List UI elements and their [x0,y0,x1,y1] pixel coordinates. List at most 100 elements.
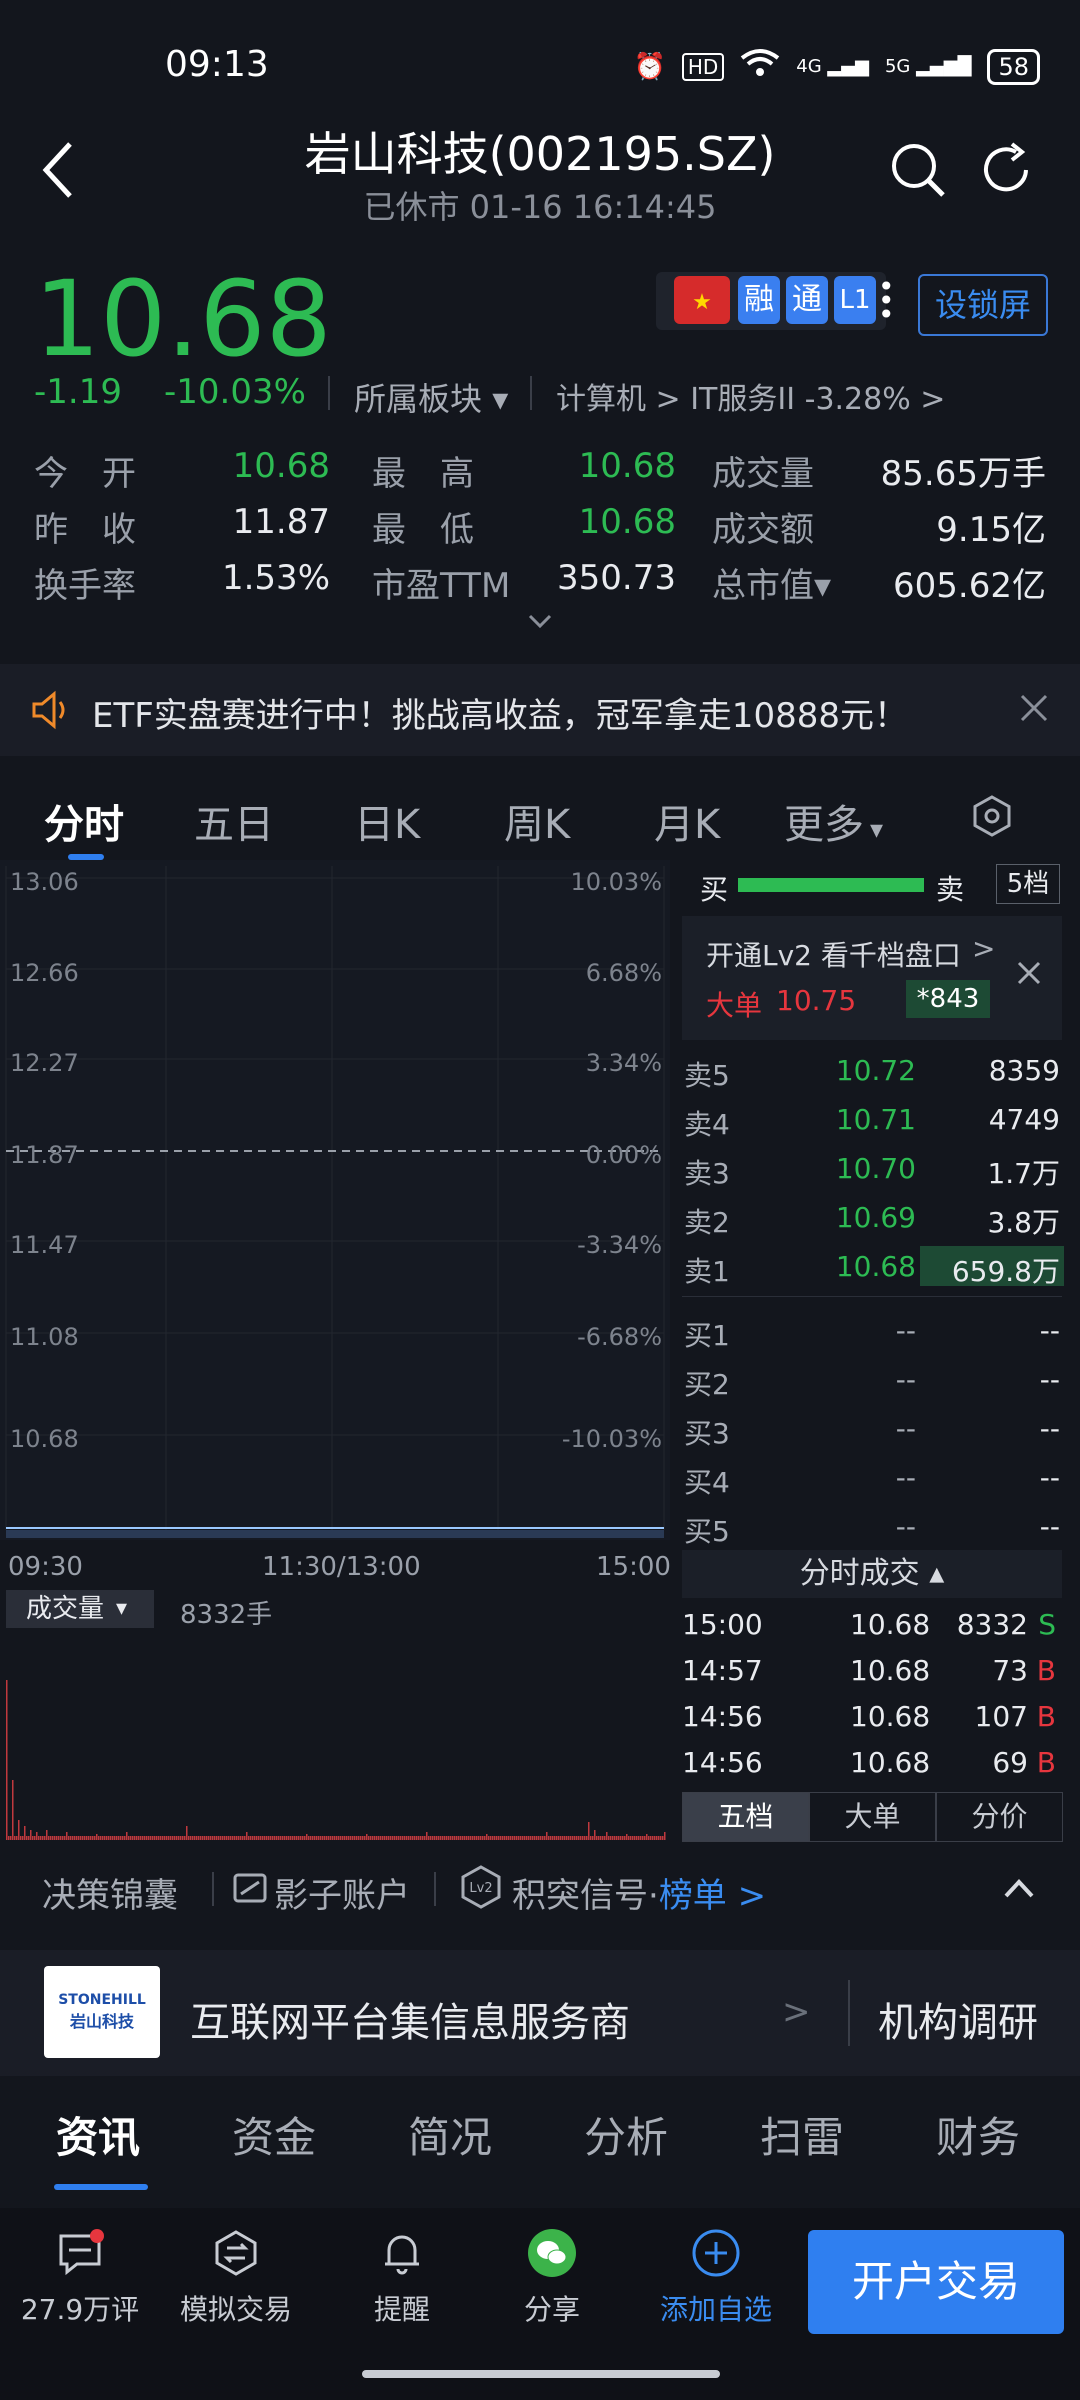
volume-bar [392,1836,394,1840]
volume-bar [502,1836,504,1840]
sector-path[interactable]: 计算机 > IT服务II -3.28% > [556,374,945,418]
orderbook-row[interactable]: 买5 -- -- [680,1502,1064,1550]
nav-remind[interactable]: 提醒 [322,2228,482,2328]
ticks-header[interactable]: 分时成交 ▴ [682,1550,1062,1598]
volume-bar [468,1836,470,1840]
volume-bar [288,1836,290,1840]
nav-add-watchlist[interactable]: 添加自选 [636,2228,796,2328]
info-tab-4[interactable]: 扫雷 [760,2104,844,2165]
orderbook-row[interactable]: 卖1 10.68 659.8万 [680,1242,1064,1290]
volume-bar [598,1836,600,1840]
divider [848,1980,850,2046]
orderbook-tab-2[interactable]: 分价 [936,1792,1063,1842]
orderbook-row[interactable]: 买3 -- -- [680,1404,1064,1452]
open-account-trade-button[interactable]: 开户交易 [808,2230,1064,2334]
volume-bar [300,1836,302,1840]
volume-bar [438,1836,440,1840]
volume-bar [658,1836,660,1840]
tool-signal[interactable]: 积突信号·榜单 > [512,1868,766,1917]
intraday-chart[interactable]: 13.06 10.03% 12.66 6.68% 12.27 3.34% 11.87 0.00… [0,860,670,1540]
volume-bar [456,1836,458,1840]
volume-bar [26,1836,28,1840]
tab-0[interactable]: 分时 [44,792,124,850]
volume-bar [10,1836,12,1840]
volume-bar [212,1836,214,1840]
volume-bar [176,1836,178,1840]
volume-bar [626,1834,628,1840]
tick-price: 10.68 [850,1654,931,1687]
volume-bar [132,1836,134,1840]
big-order-volume: *843 [906,980,990,1018]
volume-dropdown[interactable]: 成交量 [6,1590,154,1628]
orderbook-row[interactable]: 卖3 10.70 1.7万 [680,1144,1064,1192]
orderbook-row[interactable]: 买2 -- -- [680,1355,1064,1403]
banner-text: ETF实盘赛进行中！挑战高收益，冠军拿走10888元！ [92,696,908,736]
info-tab-0[interactable]: 资讯 [56,2104,140,2165]
volume-bar [184,1836,186,1840]
volume-bar [262,1836,264,1840]
orderbook-tab-0[interactable]: 五档 [682,1792,809,1842]
tab-1[interactable]: 五日 [194,792,274,850]
levels-button[interactable]: 5档 [996,864,1060,904]
nav-comments[interactable]: 27.9万评 [0,2228,160,2328]
volume-bar [584,1836,586,1840]
home-indicator[interactable] [362,2370,720,2378]
lock-screen-button[interactable]: 设锁屏 [918,274,1048,336]
nav-share[interactable]: 分享 [472,2228,632,2328]
lv2-promo[interactable]: 开通Lv2 看千档盘口 > 大单 10.75 *843 [682,916,1062,1040]
info-tab-2[interactable]: 简况 [408,2104,492,2165]
volume-bar [44,1836,46,1840]
volume-bar [82,1836,84,1840]
company-card[interactable]: STONEHILL 岩山科技 互联网平台集信息服务商 > 机构调研 [0,1950,1080,2076]
buy-label: 买 [700,873,729,906]
chevron-down-icon[interactable] [526,612,554,634]
volume-bar [594,1830,596,1840]
chevron-up-icon[interactable] [1002,1878,1036,1904]
info-tab-1[interactable]: 资金 [232,2104,316,2165]
tab-4[interactable]: 月K [654,792,720,850]
volume-bar [366,1834,368,1840]
orderbook-row[interactable]: 买1 -- -- [680,1306,1064,1354]
volume-bar [146,1836,148,1840]
orderbook-row[interactable]: 买4 -- -- [680,1453,1064,1501]
search-button[interactable] [888,140,948,204]
app-root: { "status_bar":{"time":"09:13","battery"… [0,0,1080,2400]
volume-bar [138,1836,140,1840]
y-left-label: 12.66 [10,959,79,987]
level-price: 10.68 [835,1250,916,1283]
volume-bar [322,1836,324,1840]
volume-bar [58,1836,60,1840]
promo-banner[interactable]: ETF实盘赛进行中！挑战高收益，冠军拿走10888元！ [0,664,1080,756]
tool-shadow[interactable]: 影子账户 [274,1868,410,1917]
settings-icon[interactable] [970,794,1014,842]
sector-dropdown[interactable]: 所属板块 ▾ [354,374,508,420]
tab-5[interactable]: 更多 ▾ [784,792,883,850]
volume-bar [524,1836,526,1840]
close-icon[interactable] [1016,960,1042,990]
tab-2[interactable]: 日K [354,792,420,850]
volume-bar [12,1780,14,1840]
research-link[interactable]: 机构调研 [878,1990,1038,2048]
orderbook-row[interactable]: 卖5 10.72 8359 [680,1046,1064,1094]
tab-3[interactable]: 周K [504,792,570,850]
nav-sim-trade[interactable]: 模拟交易 [156,2228,316,2328]
info-tab-3[interactable]: 分析 [584,2104,668,2165]
volume-bar [128,1836,130,1840]
close-icon[interactable] [1018,692,1050,728]
volume-bar [332,1836,334,1840]
refresh-button[interactable] [976,140,1036,204]
orderbook-tab-1[interactable]: 大单 [809,1792,936,1842]
volume-bar [380,1836,382,1840]
volume-bar [454,1836,456,1840]
tool-decision[interactable]: 决策锦囊 [42,1868,178,1917]
nav-add-label: 添加自选 [659,2293,772,2326]
orderbook-row[interactable]: 卖4 10.71 4749 [680,1095,1064,1143]
info-tab-5[interactable]: 财务 [936,2104,1020,2165]
volume-bar [418,1836,420,1840]
volume-bar [110,1836,112,1840]
volume-bar [408,1836,410,1840]
orderbook-row[interactable]: 卖2 10.69 3.8万 [680,1193,1064,1241]
more-vertical-icon[interactable]: • • • [878,273,895,329]
china-flag-icon: ★ [674,276,730,324]
volume-bar [630,1836,632,1840]
